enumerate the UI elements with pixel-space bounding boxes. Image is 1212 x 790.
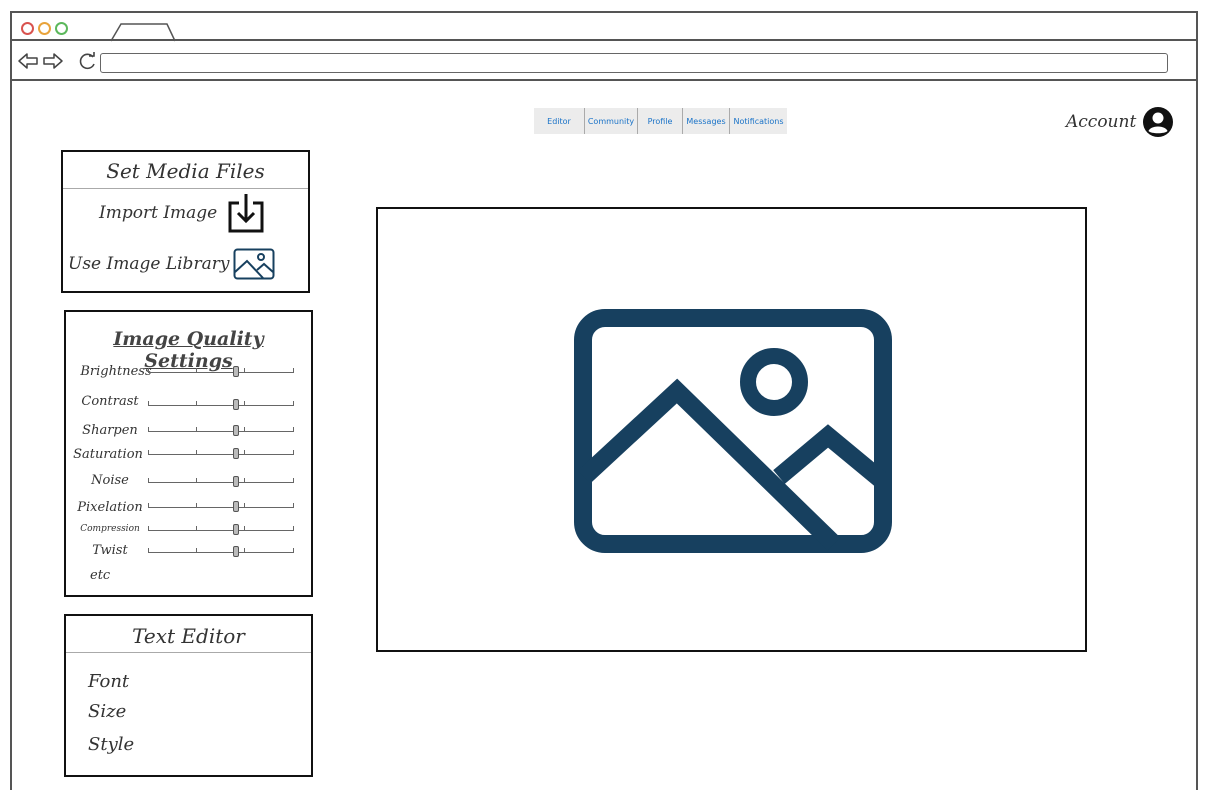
account-button[interactable]: Account [1066, 106, 1174, 138]
panel-divider [63, 188, 308, 189]
slider-thumb[interactable] [232, 448, 239, 459]
slider-thumb[interactable] [232, 399, 239, 410]
saturation-slider[interactable] [148, 448, 294, 459]
top-navigation-menu: Editor Community Profile Messages Notifi… [534, 108, 787, 134]
slider-thumb[interactable] [232, 366, 239, 377]
font-option[interactable]: Font [88, 671, 129, 692]
size-option[interactable]: Size [88, 701, 126, 722]
user-circle-icon [1143, 107, 1174, 137]
maximize-window-button[interactable] [55, 22, 68, 35]
slider-thumb[interactable] [232, 476, 239, 487]
brightness-label: Brightness [80, 364, 152, 379]
text-editor-title: Text Editor [132, 624, 245, 648]
twist-slider[interactable] [148, 546, 294, 557]
image-library-label: Use Image Library [68, 254, 230, 274]
image-library-button[interactable]: Use Image Library [68, 248, 275, 280]
slider-thumb[interactable] [232, 425, 239, 436]
download-icon [228, 194, 264, 233]
image-canvas[interactable] [376, 207, 1087, 652]
twist-label: Twist [92, 543, 128, 558]
brightness-slider[interactable] [148, 366, 294, 377]
import-image-label: Import Image [99, 203, 218, 223]
browser-tab[interactable] [109, 22, 179, 42]
image-quality-panel: Image Quality Settings Brightness Contra… [64, 310, 313, 597]
menu-item-community[interactable]: Community [585, 108, 638, 134]
slider-thumb[interactable] [232, 501, 239, 512]
contrast-label: Contrast [81, 394, 139, 409]
image-icon [233, 248, 275, 280]
compression-slider[interactable] [148, 524, 294, 535]
menu-item-editor[interactable]: Editor [534, 108, 585, 134]
media-files-panel: Set Media Files Import Image Use Image L… [61, 150, 310, 293]
panel-divider [66, 652, 311, 653]
menu-item-notifications[interactable]: Notifications [730, 108, 787, 134]
import-image-button[interactable]: Import Image [99, 193, 265, 233]
contrast-slider[interactable] [148, 399, 294, 410]
image-placeholder-icon [574, 309, 892, 553]
forward-arrow-icon[interactable] [42, 51, 64, 71]
reload-icon[interactable] [78, 51, 98, 71]
sharpen-slider[interactable] [148, 425, 294, 436]
menu-item-profile[interactable]: Profile [638, 108, 683, 134]
etc-label: etc [90, 568, 111, 583]
pixelation-slider[interactable] [148, 501, 294, 512]
slider-thumb[interactable] [232, 546, 239, 557]
minimize-window-button[interactable] [38, 22, 51, 35]
browser-nav-bar [10, 41, 1198, 81]
sharpen-label: Sharpen [82, 423, 138, 438]
slider-thumb[interactable] [232, 524, 239, 535]
account-label: Account [1066, 112, 1137, 132]
pixelation-label: Pixelation [77, 500, 143, 515]
browser-title-bar [10, 11, 1198, 42]
close-window-button[interactable] [21, 22, 34, 35]
menu-item-messages[interactable]: Messages [683, 108, 730, 134]
media-panel-title: Set Media Files [106, 159, 265, 183]
text-editor-panel: Text Editor Font Size Style [64, 614, 313, 777]
back-arrow-icon[interactable] [17, 51, 39, 71]
noise-slider[interactable] [148, 476, 294, 487]
saturation-label: Saturation [73, 447, 143, 462]
compression-label: Compression [80, 524, 140, 534]
style-option[interactable]: Style [88, 734, 134, 755]
address-bar[interactable] [100, 53, 1168, 73]
noise-label: Noise [91, 473, 129, 488]
